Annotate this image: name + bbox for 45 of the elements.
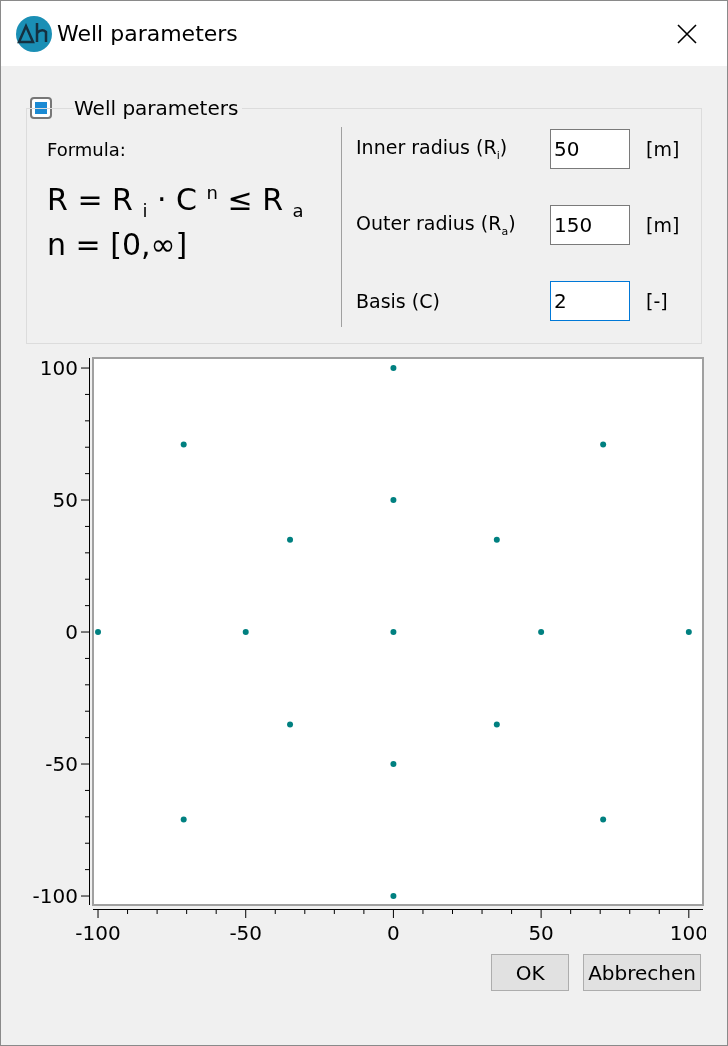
- unit-label: [-]: [646, 290, 668, 312]
- tick-label: 50: [52, 488, 78, 513]
- unit-label: [m]: [646, 214, 680, 236]
- data-point: [287, 721, 294, 728]
- unit-label: [m]: [646, 138, 680, 160]
- dialog-button[interactable]: Abbrechen: [583, 954, 701, 991]
- data-point: [390, 365, 397, 372]
- tick-label: 0: [65, 620, 78, 645]
- formula-text: n = [0,∞]: [47, 228, 188, 262]
- formula-label: Formula:: [47, 139, 126, 160]
- tick-label: 100: [669, 921, 706, 945]
- data-point: [180, 441, 187, 448]
- tick-label: -100: [32, 884, 78, 908]
- data-point: [390, 629, 397, 636]
- data-point: [493, 536, 500, 543]
- data-point: [685, 629, 692, 636]
- data-point: [600, 816, 607, 823]
- input-field[interactable]: 150: [550, 205, 630, 245]
- data-point: [600, 441, 607, 448]
- input-field[interactable]: 50: [550, 129, 630, 169]
- data-point: [390, 893, 397, 899]
- data-point: [95, 629, 101, 636]
- tick-label: 100: [39, 356, 78, 381]
- dialog-button[interactable]: OK: [491, 954, 570, 991]
- data-point: [242, 629, 249, 636]
- field-label: Inner radius (R$_{i}$): [356, 136, 509, 162]
- tick-label: -50: [45, 752, 78, 777]
- input-field[interactable]: 2: [550, 281, 630, 321]
- data-point: [493, 721, 500, 728]
- field-label: Basis (C): [356, 290, 441, 312]
- tick-label: 50: [528, 921, 554, 945]
- field-label: Outer radius (R$_{a}$): [356, 212, 517, 238]
- data-point: [538, 629, 545, 636]
- tick-label: -100: [75, 921, 121, 945]
- app-logo-icon: [15, 14, 53, 53]
- data-point: [180, 816, 187, 823]
- group-checkbox[interactable]: [30, 97, 52, 119]
- formula-text: R = R $_{i}$ · C $^{n}$ ≤ R $_{a}$: [47, 181, 304, 223]
- data-point: [390, 497, 397, 504]
- data-point: [287, 536, 294, 543]
- tick-label: 0: [387, 921, 400, 945]
- data-point: [390, 761, 397, 768]
- close-icon[interactable]: [675, 21, 699, 46]
- tick-label: -50: [229, 921, 263, 945]
- window-title: Well parameters: [57, 21, 239, 46]
